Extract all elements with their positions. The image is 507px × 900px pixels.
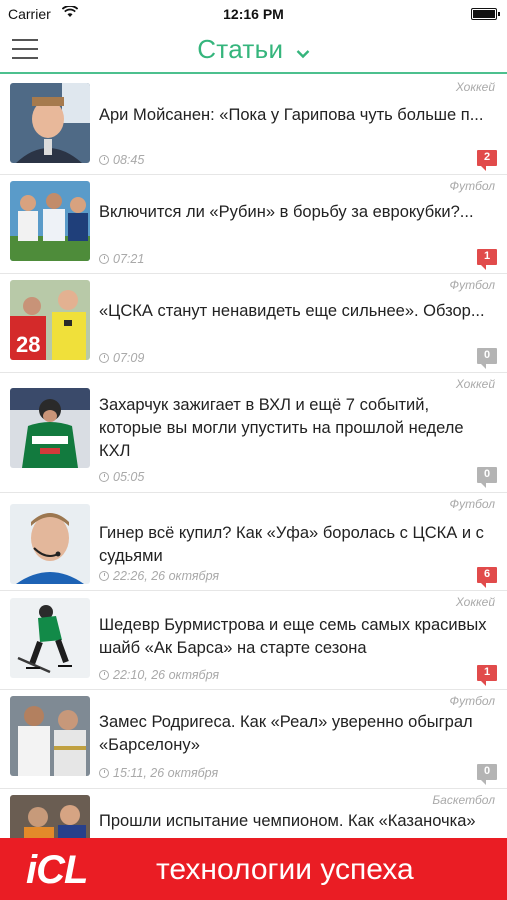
clock-icon bbox=[99, 472, 109, 482]
icl-logo: iCL bbox=[26, 848, 88, 892]
category-label: Хоккей bbox=[455, 80, 495, 94]
basketball-icon bbox=[10, 795, 90, 838]
list-item[interactable]: Хоккей Шедевр Бурмистрова и еще семь сам… bbox=[0, 591, 507, 690]
list-item[interactable]: Хоккей Ари Мойсанен: «Пока у Гарипова чу… bbox=[0, 76, 507, 175]
comment-count-badge[interactable]: 1 bbox=[477, 665, 497, 686]
ad-banner[interactable]: iCL технологии успеха bbox=[0, 838, 507, 900]
list-item[interactable]: 28 Футбол «ЦСКА станут ненавидеть еще си… bbox=[0, 274, 507, 373]
comment-count-badge[interactable]: 6 bbox=[477, 567, 497, 588]
banner-slogan: технологии успеха bbox=[156, 853, 414, 886]
referee-icon: 28 bbox=[10, 280, 90, 360]
article-time: 07:09 bbox=[99, 351, 144, 365]
category-label: Баскетбол bbox=[432, 793, 495, 807]
list-item[interactable]: Футбол Включится ли «Рубин» в борьбу за … bbox=[0, 175, 507, 274]
hockey-player-icon bbox=[10, 388, 90, 468]
article-title: «ЦСКА станут ненавидеть еще сильнее». Об… bbox=[99, 302, 485, 320]
list-item[interactable]: Баскетбол Прошли испытание чемпионом. Ка… bbox=[0, 789, 507, 838]
category-label: Футбол bbox=[449, 179, 495, 193]
clock-time: 12:16 PM bbox=[223, 6, 284, 22]
list-item[interactable]: Футбол Гинер всё купил? Как «Уфа» борола… bbox=[0, 493, 507, 591]
battery-icon bbox=[471, 8, 500, 20]
comment-count-badge[interactable]: 2 bbox=[477, 150, 497, 171]
category-label: Хоккей bbox=[455, 595, 495, 609]
article-title: Прошли испытание чемпионом. Как «Казаноч… bbox=[99, 812, 476, 830]
article-title: Захарчук зажигает в ВХЛ и ещё 7 событий,… bbox=[99, 396, 464, 460]
list-item[interactable]: Футбол Замес Родригеса. Как «Реал» увере… bbox=[0, 690, 507, 789]
referee-headset-icon bbox=[10, 504, 90, 584]
clock-icon bbox=[99, 670, 109, 680]
football-players-icon bbox=[10, 696, 90, 776]
article-time: 08:45 bbox=[99, 153, 144, 167]
navigation-bar: Статьи bbox=[0, 28, 507, 74]
clock-icon bbox=[99, 768, 109, 778]
status-bar: Carrier 12:16 PM bbox=[0, 0, 507, 28]
svg-text:28: 28 bbox=[16, 332, 40, 357]
article-time: 15:11, 26 октября bbox=[99, 766, 218, 780]
article-title: Включится ли «Рубин» в борьбу за еврокуб… bbox=[99, 203, 474, 221]
hockey-skater-icon bbox=[10, 598, 90, 678]
category-label: Футбол bbox=[449, 694, 495, 708]
clock-icon bbox=[99, 571, 109, 581]
clock-icon bbox=[99, 353, 109, 363]
article-title: Гинер всё купил? Как «Уфа» боролась с ЦС… bbox=[99, 524, 484, 565]
category-label: Футбол bbox=[449, 278, 495, 292]
comment-count-badge[interactable]: 0 bbox=[477, 764, 497, 785]
clock-icon bbox=[99, 155, 109, 165]
page-title: Статьи bbox=[197, 34, 284, 64]
category-label: Футбол bbox=[449, 497, 495, 511]
comment-count-badge[interactable]: 1 bbox=[477, 249, 497, 270]
article-title: Шедевр Бурмистрова и еще семь самых крас… bbox=[99, 616, 487, 657]
article-time: 22:10, 26 октября bbox=[99, 668, 219, 682]
article-title: Замес Родригеса. Как «Реал» уверенно обы… bbox=[99, 713, 473, 754]
football-team-icon bbox=[10, 181, 90, 261]
article-time: 07:21 bbox=[99, 252, 144, 266]
article-title: Ари Мойсанен: «Пока у Гарипова чуть боль… bbox=[99, 106, 484, 124]
comment-count-badge[interactable]: 0 bbox=[477, 348, 497, 369]
article-time: 22:26, 26 октября bbox=[99, 569, 219, 583]
list-item[interactable]: Хоккей Захарчук зажигает в ВХЛ и ещё 7 с… bbox=[0, 373, 507, 493]
article-time: 05:05 bbox=[99, 470, 144, 484]
section-selector[interactable]: Статьи bbox=[0, 34, 507, 65]
portrait-coach-icon bbox=[10, 83, 90, 163]
comment-count-badge[interactable]: 0 bbox=[477, 467, 497, 488]
clock-icon bbox=[99, 254, 109, 264]
article-list[interactable]: Хоккей Ари Мойсанен: «Пока у Гарипова чу… bbox=[0, 76, 507, 838]
category-label: Хоккей bbox=[455, 377, 495, 391]
chevron-down-icon bbox=[296, 49, 310, 58]
